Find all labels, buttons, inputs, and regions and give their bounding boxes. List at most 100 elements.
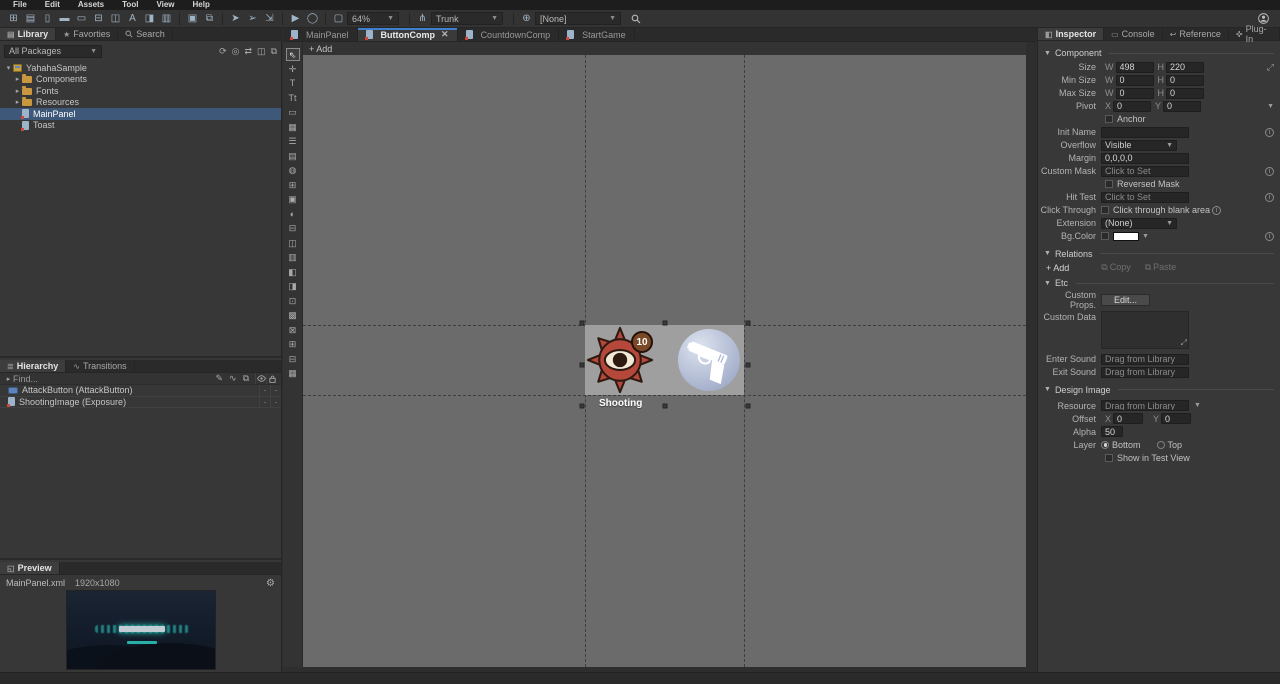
offset-x-input[interactable]	[1113, 413, 1143, 424]
add-button[interactable]: + Add	[309, 44, 332, 54]
tree-tool[interactable]: ▩	[286, 309, 300, 322]
doc-tab-buttoncomp[interactable]: ButtonComp✕	[358, 28, 458, 41]
visibility-column-icon[interactable]	[255, 373, 266, 384]
search-icon[interactable]	[631, 14, 648, 24]
close-icon[interactable]: ✕	[441, 29, 449, 40]
sync-icon[interactable]: ⇄	[245, 46, 253, 57]
restart-icon[interactable]: ◯	[304, 11, 321, 27]
new-component-icon[interactable]: ▤	[22, 11, 39, 27]
tree-item-components[interactable]: ▸Components	[0, 74, 281, 86]
layer-bottom-radio[interactable]	[1101, 441, 1109, 449]
tree-arrow-icon[interactable]: ▸	[13, 75, 22, 83]
resize-handle[interactable]	[580, 404, 585, 409]
curve-icon[interactable]: ∿	[229, 373, 237, 384]
size-w-input[interactable]	[1116, 62, 1154, 73]
tree-item-yahahasample[interactable]: ▾YahahaSample	[0, 62, 281, 74]
custom-mask-field[interactable]	[1101, 166, 1189, 177]
min-size-w-input[interactable]	[1116, 75, 1154, 86]
tab-transitions[interactable]: ∿Transitions	[66, 360, 134, 372]
section-etc[interactable]: ▼ Etc	[1038, 276, 1280, 291]
button-tool[interactable]: ⊡	[286, 295, 300, 308]
click-through-checkbox[interactable]	[1101, 206, 1109, 214]
reversed-mask-checkbox[interactable]	[1105, 180, 1113, 188]
component-tool[interactable]: ▣	[286, 193, 300, 206]
package-filter-select[interactable]: All Packages▼	[4, 45, 102, 58]
new-package-icon[interactable]: ⊞	[5, 11, 22, 27]
menu-item-help[interactable]: Help	[184, 0, 219, 10]
min-size-h-input[interactable]	[1166, 75, 1204, 86]
info-icon[interactable]: i	[1265, 193, 1274, 202]
design-canvas[interactable]: 10	[303, 55, 1026, 667]
play-icon[interactable]: ▶	[287, 11, 304, 27]
duplicate-icon[interactable]: ⧉	[243, 373, 249, 384]
tab-preview[interactable]: ◱ Preview	[0, 562, 60, 574]
lock-column-icon[interactable]	[266, 373, 277, 384]
doc-tab-mainpanel[interactable]: MainPanel	[283, 28, 358, 41]
zoom-select[interactable]: 64%▼	[347, 12, 399, 25]
exit-sound-field[interactable]	[1101, 367, 1189, 378]
branch-select[interactable]: Trunk▼	[431, 12, 503, 25]
relation-tool[interactable]: ⊟	[286, 353, 300, 366]
add-relation-button[interactable]: + Add	[1046, 263, 1069, 273]
edit-custom-props-button[interactable]: Edit...	[1101, 294, 1150, 306]
max-size-w-input[interactable]	[1116, 88, 1154, 99]
layer-top-radio[interactable]	[1157, 441, 1165, 449]
loader-tool[interactable]: ◍	[286, 164, 300, 177]
group-tool[interactable]: ⊞	[286, 179, 300, 192]
pivot-y-input[interactable]	[1163, 101, 1201, 112]
section-design-image[interactable]: ▼ Design Image	[1038, 383, 1280, 398]
resize-handle[interactable]	[746, 362, 751, 367]
list-tool[interactable]: ☰	[286, 135, 300, 148]
publish-icon[interactable]: ➤	[227, 11, 244, 27]
button-template-icon[interactable]: ▬	[56, 11, 73, 27]
custom-data-textarea[interactable]	[1101, 311, 1189, 349]
hierarchy-row[interactable]: ShootingImage (Exposure)··	[0, 397, 281, 409]
split-view-icon[interactable]: ◫	[257, 46, 266, 57]
export-icon[interactable]: ⇲	[261, 11, 278, 27]
alpha-input[interactable]	[1101, 426, 1123, 437]
tree-arrow-icon[interactable]: ▸	[13, 98, 22, 106]
bg-color-checkbox[interactable]	[1101, 232, 1109, 240]
combobox-tool[interactable]: ◧	[286, 266, 300, 279]
tree-item-fonts[interactable]: ▸Fonts	[0, 85, 281, 97]
info-icon[interactable]: i	[1265, 128, 1274, 137]
expand-editor-icon[interactable]: ⤢	[1181, 338, 1187, 348]
hand-tool[interactable]: ✛	[286, 63, 300, 76]
locate-icon[interactable]: ◎	[232, 46, 240, 57]
tab-inspector[interactable]: ◧Inspector	[1038, 28, 1104, 40]
doc-tab-countdowncomp[interactable]: CountdownComp	[458, 28, 560, 41]
popup-template-icon[interactable]: ◨	[141, 11, 158, 27]
max-size-h-input[interactable]	[1166, 88, 1204, 99]
section-relations[interactable]: ▼ Relations	[1038, 247, 1280, 262]
tree-arrow-icon[interactable]: ▾	[4, 64, 13, 72]
progressbar-template-icon[interactable]: ⊟	[90, 11, 107, 27]
tree-item-resources[interactable]: ▸Resources	[0, 97, 281, 109]
section-component[interactable]: ▼ Component	[1038, 46, 1280, 61]
tab-reference[interactable]: ↩Reference	[1163, 28, 1229, 40]
text-template-icon[interactable]: A	[124, 11, 141, 27]
select-tool[interactable]: ⇖	[286, 48, 300, 61]
richtext-tool[interactable]: Tt	[286, 92, 300, 105]
tab-favorties[interactable]: ★Favorties	[56, 28, 118, 40]
anchor-checkbox[interactable]	[1105, 115, 1113, 123]
rename-icon[interactable]: ✎	[215, 373, 223, 384]
hierarchy-row[interactable]: AttackButton (AttackButton)··	[0, 385, 281, 397]
grid-tool[interactable]: ▦	[286, 367, 300, 380]
publish-all-icon[interactable]: ➢	[244, 11, 261, 27]
resize-handle[interactable]	[580, 362, 585, 367]
guide-book-icon[interactable]: ▥	[158, 11, 175, 27]
slider-tool[interactable]: ◫	[286, 237, 300, 250]
doc-tab-startgame[interactable]: StartGame	[559, 28, 635, 41]
init-name-input[interactable]	[1101, 127, 1189, 138]
refresh-icon[interactable]: ⟳	[219, 46, 227, 57]
movieclip-tool[interactable]: ◐	[286, 208, 300, 221]
hit-test-field[interactable]	[1101, 192, 1189, 203]
save-icon[interactable]: ▣	[184, 11, 201, 27]
pivot-preset-dropdown-icon[interactable]: ▼	[1267, 103, 1274, 110]
stack-view-icon[interactable]: ⧉	[271, 46, 277, 57]
gear-icon[interactable]: ⚙	[266, 578, 275, 589]
tab-hierarchy[interactable]: ≣Hierarchy	[0, 360, 66, 372]
menu-item-edit[interactable]: Edit	[36, 0, 69, 10]
menu-item-file[interactable]: File	[4, 0, 36, 10]
button-background[interactable]: 10	[585, 325, 744, 395]
